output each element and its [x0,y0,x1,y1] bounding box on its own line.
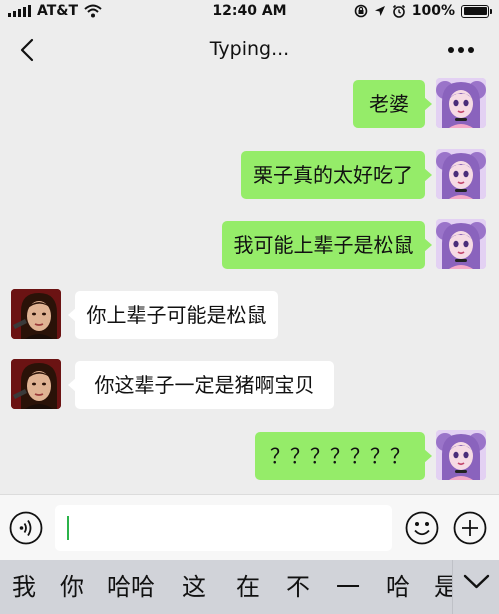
message-row: 我可能上辈子是松鼠 [0,219,499,271]
candidate-word[interactable]: 你 [60,572,84,602]
candidate-expand-button[interactable] [452,560,499,614]
candidate-word[interactable]: 哈哈 [107,572,155,602]
wifi-icon [84,4,102,18]
my-message-bubble[interactable]: 老婆 [353,80,432,128]
emoji-icon[interactable] [405,511,439,545]
message-input[interactable] [55,505,392,551]
candidate-word[interactable]: 一 [336,572,360,602]
battery-icon [461,4,492,18]
contact-avatar[interactable] [11,359,61,409]
candidate-word[interactable]: 不 [286,572,310,602]
my-avatar[interactable] [436,430,486,480]
chevron-down-icon [463,574,490,589]
contact-avatar[interactable] [11,289,61,339]
more-dots-icon[interactable] [445,36,477,64]
text-caret [67,516,69,540]
my-message-bubble[interactable]: ？？？？？？？ [255,432,432,480]
voice-icon[interactable] [9,511,43,545]
location-icon [374,6,385,16]
status-left: AT&T [8,3,102,19]
signal-bars-icon [8,5,31,17]
screen-lock-icon [354,4,368,18]
contact-message-bubble[interactable]: 你上辈子可能是松鼠 [68,291,278,339]
message-row: ？？？？？？？ [0,430,499,482]
candidate-word[interactable]: 这 [182,572,206,602]
candidate-word[interactable]: 在 [236,572,260,602]
candidate-word[interactable]: 哈 [386,572,410,602]
chat-header: Typing... [0,24,499,76]
candidate-word[interactable]: 是 [434,572,452,602]
alarm-icon [392,4,405,18]
chat-title: Typing... [209,38,290,60]
message-row: 栗子真的太好吃了 [0,149,499,201]
message-row: 你上辈子可能是松鼠 [0,289,499,341]
status-bar: AT&T 12:40 AM 100% [0,0,499,24]
my-avatar[interactable] [436,219,486,269]
candidate-list: 我你哈哈这在不一哈是 [0,560,452,614]
chevron-left-icon[interactable] [14,36,42,64]
battery-percent: 100% [411,3,455,19]
my-message-bubble[interactable]: 栗子真的太好吃了 [241,151,432,199]
carrier-label: AT&T [37,3,79,19]
my-message-bubble[interactable]: 我可能上辈子是松鼠 [222,221,432,269]
my-avatar[interactable] [436,149,486,199]
message-row: 你这辈子一定是猪啊宝贝 [0,359,499,411]
status-right: 100% [354,3,492,19]
input-bar [0,494,499,560]
message-row: 老婆 [0,78,499,130]
keyboard-candidate-bar: 我你哈哈这在不一哈是 [0,560,499,614]
plus-icon[interactable] [453,511,487,545]
my-avatar[interactable] [436,78,486,128]
candidate-word[interactable]: 我 [12,572,36,602]
contact-message-bubble[interactable]: 你这辈子一定是猪啊宝贝 [68,361,334,409]
battery-fill [463,7,487,15]
